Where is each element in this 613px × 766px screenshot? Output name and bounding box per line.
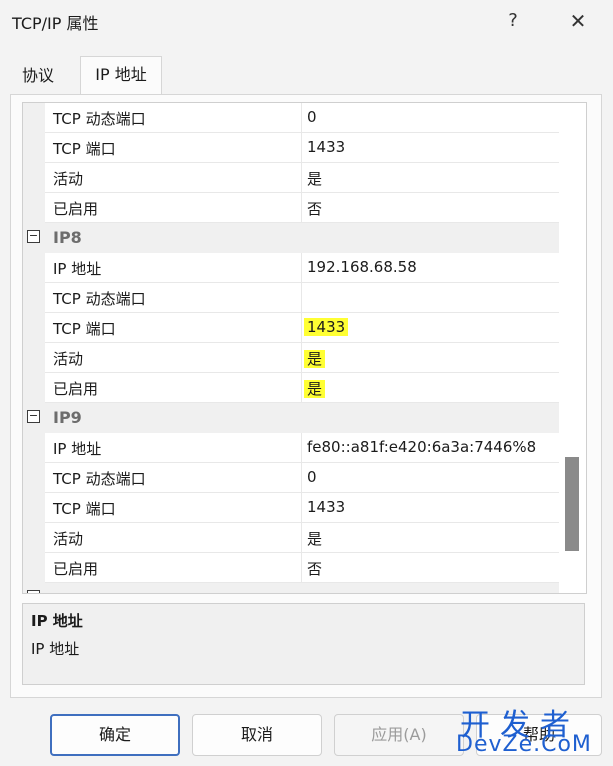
value-text: 192.168.68.58	[307, 258, 417, 276]
property-row[interactable]: 已启用 否	[45, 553, 559, 583]
value-text: fe80::a81f:e420:6a3a:7446%8	[307, 438, 537, 456]
column-divider	[301, 523, 302, 552]
collapse-icon[interactable]	[27, 590, 40, 593]
collapse-icon[interactable]: −	[27, 410, 40, 423]
property-value[interactable]: 1433	[304, 318, 555, 336]
column-divider	[301, 373, 302, 402]
column-divider	[301, 463, 302, 492]
property-value[interactable]: 是	[304, 378, 555, 399]
property-row[interactable]: 活动 是	[45, 523, 559, 553]
value-text: 否	[307, 200, 323, 218]
property-value[interactable]: 1433	[307, 138, 555, 156]
column-divider	[301, 193, 302, 222]
grid-gutter	[23, 103, 45, 593]
property-row[interactable]: TCP 端口 1433	[45, 313, 559, 343]
column-divider	[301, 313, 302, 342]
property-value[interactable]: 0	[307, 108, 555, 126]
column-divider	[301, 283, 302, 312]
property-row[interactable]: TCP 动态端口 0	[45, 463, 559, 493]
property-value[interactable]: 是	[304, 348, 555, 369]
group-name: IP9	[53, 408, 82, 427]
property-key: TCP 动态端口	[53, 110, 146, 128]
property-row[interactable]: TCP 动态端口	[45, 283, 559, 313]
tab-ip-address[interactable]: IP 地址	[80, 56, 162, 94]
property-value[interactable]: 是	[307, 528, 555, 549]
property-row[interactable]: IP 地址 192.168.68.58	[45, 253, 559, 283]
value-text: 0	[307, 468, 317, 486]
column-divider	[301, 433, 302, 462]
property-value[interactable]: 0	[307, 468, 555, 486]
value-text: 1433	[307, 138, 346, 156]
property-row[interactable]: IP 地址 fe80::a81f:e420:6a3a:7446%8	[45, 433, 559, 463]
property-key: 已启用	[53, 560, 99, 578]
property-value[interactable]: 否	[307, 558, 555, 579]
group-header-next[interactable]	[23, 583, 559, 593]
property-value[interactable]: fe80::a81f:e420:6a3a:7446%8	[307, 438, 555, 456]
property-key: TCP 端口	[53, 500, 116, 518]
close-icon[interactable]: ✕	[560, 6, 596, 36]
column-divider	[301, 493, 302, 522]
property-key: 活动	[53, 170, 84, 188]
column-divider	[301, 343, 302, 372]
column-divider	[301, 133, 302, 162]
property-row[interactable]: TCP 端口 1433	[45, 133, 559, 163]
property-key: IP 地址	[53, 260, 102, 278]
property-row[interactable]: TCP 动态端口 0	[45, 103, 559, 133]
watermark-line2: DevZe.CoM	[456, 732, 592, 757]
column-divider	[301, 103, 302, 132]
property-key: 已启用	[53, 200, 99, 218]
property-key: 已启用	[53, 380, 99, 398]
column-divider	[301, 163, 302, 192]
property-value[interactable]: 是	[307, 168, 555, 189]
description-text: IP 地址	[31, 640, 80, 658]
ok-button[interactable]: 确定	[50, 714, 180, 756]
group-name: IP8	[53, 228, 82, 247]
property-value[interactable]: 1433	[307, 498, 555, 516]
property-key: TCP 动态端口	[53, 290, 146, 308]
property-key: TCP 动态端口	[53, 470, 146, 488]
property-row[interactable]: TCP 端口 1433	[45, 493, 559, 523]
property-key: 活动	[53, 530, 84, 548]
value-text: 0	[307, 108, 317, 126]
property-row[interactable]: 活动 是	[45, 163, 559, 193]
scrollbar-thumb[interactable]	[565, 457, 579, 551]
help-icon[interactable]: ?	[498, 6, 528, 36]
value-text: 否	[307, 560, 323, 578]
group-header-ip8[interactable]: − IP8	[23, 223, 559, 253]
property-value[interactable]: 否	[307, 198, 555, 219]
property-grid[interactable]: TCP 动态端口 0 TCP 端口 1433 活动是已启用否 − IP8 IP 地址 192.1…	[22, 102, 587, 594]
property-row[interactable]: 已启用 否	[45, 193, 559, 223]
highlighted-value: 是	[304, 350, 326, 368]
cancel-button[interactable]: 取消	[192, 714, 322, 756]
collapse-icon[interactable]: −	[27, 230, 40, 243]
description-title: IP 地址	[31, 612, 83, 630]
column-divider	[301, 553, 302, 582]
property-row[interactable]: 活动 是	[45, 343, 559, 373]
watermark: 开发者 DevZe.CoM	[456, 700, 608, 762]
window-title: TCP/IP 属性	[12, 14, 99, 33]
apply-button[interactable]: 应用(A)	[334, 714, 464, 756]
value-text: 是	[307, 530, 323, 548]
property-value[interactable]: 192.168.68.58	[307, 258, 555, 276]
tab-strip: 协议 IP 地址	[10, 56, 602, 94]
property-key: TCP 端口	[53, 140, 116, 158]
property-row[interactable]: 已启用 是	[45, 373, 559, 403]
value-text: 是	[307, 170, 323, 188]
group-header-ip9[interactable]: − IP9	[23, 403, 559, 433]
property-key: TCP 端口	[53, 320, 116, 338]
property-key: 活动	[53, 350, 84, 368]
description-pane: IP 地址 IP 地址	[22, 603, 585, 685]
value-text: 1433	[307, 498, 346, 516]
highlighted-value: 1433	[304, 318, 349, 336]
title-bar: TCP/IP 属性 ? ✕	[0, 0, 613, 44]
property-key: IP 地址	[53, 440, 102, 458]
vertical-scrollbar[interactable]	[559, 103, 586, 593]
highlighted-value: 是	[304, 380, 326, 398]
column-divider	[301, 253, 302, 282]
tab-protocol[interactable]: 协议	[10, 60, 66, 94]
